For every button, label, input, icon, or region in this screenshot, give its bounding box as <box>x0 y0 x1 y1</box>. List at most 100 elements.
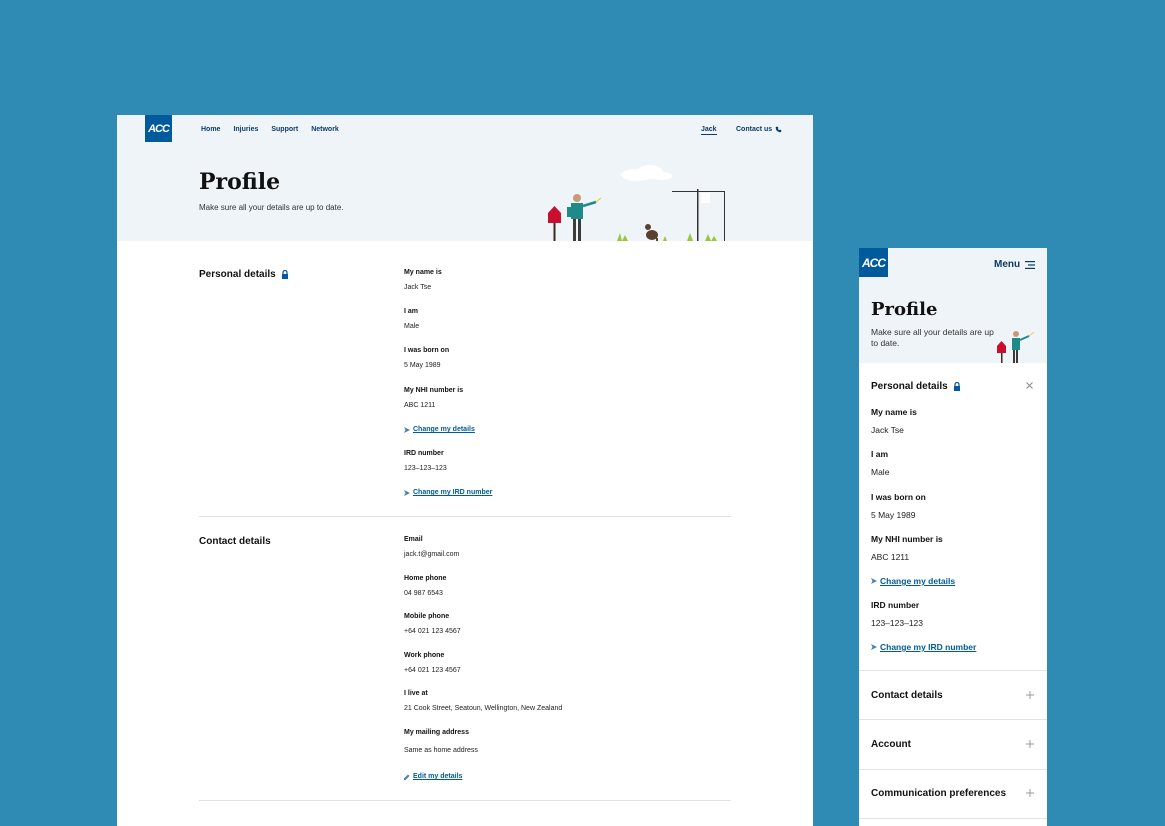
change-details-link[interactable]: Change my details <box>404 426 475 433</box>
menu-button[interactable]: Menu <box>994 259 1036 270</box>
menu-label: Menu <box>994 259 1021 270</box>
field-ird: IRD number 123–123–123 <box>871 600 923 628</box>
nav-network[interactable]: Network <box>311 126 339 133</box>
contact-details-title: Contact details <box>199 536 271 547</box>
personal-details-title: Personal details <box>199 269 276 280</box>
page-subtitle: Make sure all your details are up to dat… <box>871 327 994 348</box>
accordion-title: Account <box>871 739 911 750</box>
edit-details-link[interactable]: Edit my details <box>404 773 462 780</box>
page-title: Profile <box>199 169 281 195</box>
link-label: Change my details <box>880 576 956 586</box>
link-label: Change my IRD number <box>880 642 977 652</box>
divider <box>859 769 1047 770</box>
field-gender: I am Male <box>871 449 889 477</box>
field-dob: I was born on 5 May 1989 <box>404 347 449 369</box>
personal-details-heading: Personal details <box>199 269 289 280</box>
field-label: Home phone <box>404 575 447 582</box>
field-ird: IRD number 123–123–123 <box>404 450 447 472</box>
field-mailing-address: My mailing address Same as home address <box>404 729 478 754</box>
change-ird-link[interactable]: Change my IRD number <box>871 642 976 652</box>
field-home-phone: Home phone 04 987 6543 <box>404 575 446 597</box>
personal-details-heading[interactable]: Personal details <box>871 381 961 392</box>
field-value: 123–123–123 <box>871 618 924 628</box>
contact-us-link[interactable]: Contact us <box>736 126 782 133</box>
accordion-contact-details[interactable]: Contact details <box>871 690 943 701</box>
contact-details-heading: Contact details <box>199 536 271 547</box>
phone-icon <box>775 126 782 133</box>
pencil-icon <box>404 774 410 780</box>
field-value: 123–123–123 <box>404 465 447 472</box>
accordion-title: Communication preferences <box>871 788 1007 799</box>
field-nhi: My NHI number is ABC 1211 <box>871 534 943 562</box>
field-label: IRD number <box>871 600 920 610</box>
acc-logo[interactable]: ACC <box>859 248 888 277</box>
close-icon[interactable] <box>1026 382 1033 389</box>
mobile-frame: ACC Menu Profile Make sure all your deta… <box>859 248 1047 826</box>
divider <box>859 670 1047 671</box>
field-mobile-phone: Mobile phone +64 021 123 4567 <box>404 613 461 635</box>
field-value: jack.t@gmail.com <box>404 551 460 558</box>
field-label: I was born on <box>871 492 926 502</box>
change-ird-link[interactable]: Change my IRD number <box>404 489 492 496</box>
hamburger-icon <box>1025 260 1036 269</box>
change-details-link[interactable]: Change my details <box>871 576 955 586</box>
personal-details-title: Personal details <box>871 381 948 392</box>
field-value: ABC 1211 <box>871 552 910 562</box>
field-label: My mailing address <box>404 729 469 736</box>
chevron-right-icon <box>871 644 877 650</box>
link-label: Edit my details <box>413 773 463 780</box>
field-value: Male <box>871 467 890 477</box>
divider <box>859 719 1047 720</box>
chevron-right-icon <box>871 578 877 584</box>
field-label: I live at <box>404 690 428 697</box>
field-label: Email <box>404 536 423 543</box>
field-gender: I am Male <box>404 308 419 330</box>
field-label: My name is <box>871 407 917 417</box>
field-name: My name is Jack Tse <box>871 407 917 435</box>
field-value: +64 021 123 4567 <box>404 628 461 635</box>
field-label: Mobile phone <box>404 613 450 620</box>
divider <box>199 800 731 801</box>
accordion-communication-preferences[interactable]: Communication preferences <box>871 788 1006 799</box>
field-address: I live at 21 Cook Street, Seatoun, Welli… <box>404 690 562 712</box>
nav-injuries[interactable]: Injuries <box>233 126 258 133</box>
plus-icon[interactable] <box>1026 740 1034 748</box>
accordion-title: Contact details <box>871 690 943 701</box>
field-nhi: My NHI number is ABC 1211 <box>404 387 463 409</box>
acc-logo[interactable]: ACC <box>145 115 172 142</box>
desktop-frame: ACC Home Injuries Support Network Jack C… <box>117 115 813 826</box>
link-label: Change my IRD number <box>413 489 493 496</box>
link-label: Change my details <box>413 426 475 433</box>
field-label: I am <box>871 449 889 459</box>
user-account-link[interactable]: Jack <box>701 126 717 135</box>
hero-illustration <box>548 165 725 241</box>
field-label: IRD number <box>404 450 444 457</box>
plus-icon[interactable] <box>1026 789 1034 797</box>
divider <box>859 818 1047 819</box>
field-value: Male <box>404 323 420 330</box>
field-value: Jack Tse <box>404 284 432 291</box>
lock-icon <box>281 270 288 279</box>
field-value: Same as home address <box>404 747 478 754</box>
chevron-right-icon <box>404 426 410 433</box>
page-title: Profile <box>871 299 938 320</box>
field-value: ABC 1211 <box>404 402 436 409</box>
field-label: My NHI number is <box>871 534 943 544</box>
contact-us-label: Contact us <box>736 126 773 133</box>
field-value: 04 987 6543 <box>404 590 443 597</box>
field-value: +64 021 123 4567 <box>404 667 461 674</box>
nav-home[interactable]: Home <box>201 126 220 133</box>
chevron-right-icon <box>404 489 410 496</box>
field-email: Email jack.t@gmail.com <box>404 536 459 558</box>
nav-support[interactable]: Support <box>271 126 298 133</box>
field-work-phone: Work phone +64 021 123 4567 <box>404 652 461 674</box>
divider <box>199 516 731 517</box>
field-label: I was born on <box>404 347 450 354</box>
field-value: 5 May 1989 <box>404 362 441 369</box>
plus-icon[interactable] <box>1026 691 1034 699</box>
field-label: My name is <box>404 269 442 276</box>
accordion-account[interactable]: Account <box>871 739 911 750</box>
field-label: I am <box>404 308 419 315</box>
field-dob: I was born on 5 May 1989 <box>871 492 926 520</box>
field-value: 21 Cook Street, Seatoun, Wellington, New… <box>404 705 563 712</box>
